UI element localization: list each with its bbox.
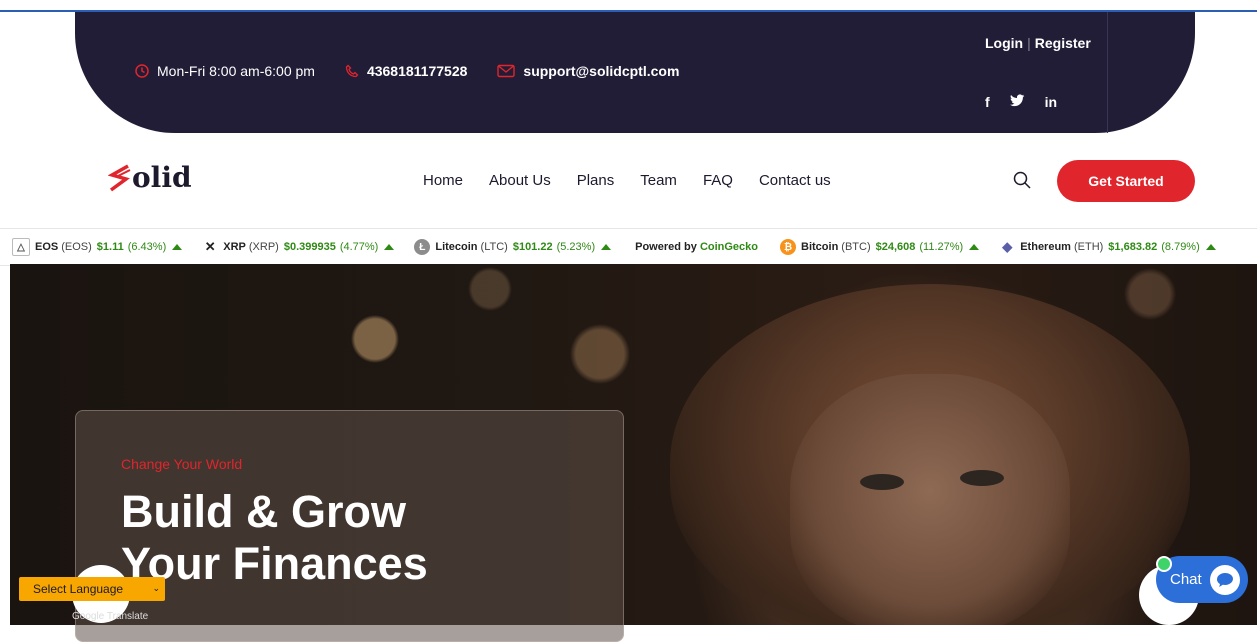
main-navbar: olid Home About Us Plans Team FAQ Contac… [0, 133, 1257, 228]
hours-item: Mon-Fri 8:00 am-6:00 pm [135, 63, 315, 79]
chevron-down-icon: ⌄ [152, 583, 160, 593]
ticker-name: Ethereum [1020, 241, 1071, 253]
linkedin-icon[interactable]: in [1045, 94, 1057, 110]
hero-title: Build & Grow Your Finances [121, 486, 428, 590]
topbar-divider [1107, 12, 1108, 133]
envelope-icon [497, 64, 516, 78]
phone-text: 4368181177528 [366, 63, 468, 79]
ticker-price: $24,608 [875, 241, 916, 253]
google-translate-credit: Google Translate [72, 611, 149, 622]
auth-links: Login | Register [985, 35, 1091, 51]
ticker-item[interactable]: ₿ Bitcoin (BTC) $24,608 (11.27%) [780, 239, 980, 255]
logo-s-mark-icon [108, 163, 131, 191]
powered-by-coingecko[interactable]: Powered by CoinGecko [635, 241, 758, 253]
ticker-price: $0.399935 [283, 241, 336, 253]
hero-photo-face [790, 374, 1070, 625]
ticker-price: $1.11 [96, 241, 124, 253]
ticker-change: (5.23%) [556, 241, 596, 253]
ticker-symbol: (ETH) [1073, 241, 1104, 253]
ticker-name: XRP [223, 241, 246, 253]
hours-text: Mon-Fri 8:00 am-6:00 pm [157, 63, 315, 79]
hero-title-line1: Build & Grow [121, 486, 406, 537]
facebook-icon[interactable]: f [985, 94, 990, 110]
nav-faq[interactable]: FAQ [703, 172, 733, 189]
online-status-dot [1156, 556, 1172, 572]
ticker-price: $101.22 [512, 241, 553, 253]
ticker-change: (8.79%) [1161, 241, 1200, 253]
nav-contact-us[interactable]: Contact us [759, 172, 831, 189]
clock-icon [135, 64, 149, 78]
chat-label: Chat [1170, 571, 1202, 588]
chat-bubble-icon [1210, 565, 1240, 595]
email-item[interactable]: support@solidcptl.com [497, 63, 679, 79]
ticker-item[interactable]: Ł Litecoin (LTC) $101.22 (5.23%) [414, 239, 612, 255]
ticker-symbol: (EOS) [61, 241, 92, 253]
ticker-name: Bitcoin [801, 241, 839, 253]
chat-widget-button[interactable]: Chat [1156, 556, 1248, 603]
ticker-change: (6.43%) [127, 241, 167, 253]
nav-team[interactable]: Team [640, 172, 677, 189]
ticker-price: $1,683.82 [1108, 241, 1158, 253]
ethereum-icon: ◆ [999, 239, 1016, 255]
eos-icon: △ [12, 238, 30, 256]
site-logo[interactable]: olid [108, 161, 192, 194]
ticker-name: Litecoin [435, 241, 478, 253]
main-menu: Home About Us Plans Team FAQ Contact us [423, 172, 857, 189]
register-link[interactable]: Register [1035, 35, 1091, 51]
litecoin-icon: Ł [414, 239, 431, 255]
bitcoin-icon: ₿ [780, 239, 797, 255]
ticker-item[interactable]: △ EOS (EOS) $1.11 (6.43%) [12, 238, 183, 256]
nav-plans[interactable]: Plans [577, 172, 615, 189]
ticker-item[interactable]: ◆ Ethereum (ETH) $1,683.82 (8.79%) [999, 239, 1216, 255]
phone-icon [345, 64, 359, 78]
ticker-symbol: (LTC) [480, 241, 508, 253]
powered-brand: CoinGecko [699, 241, 759, 253]
get-started-button[interactable]: Get Started [1057, 160, 1195, 202]
nav-home[interactable]: Home [423, 172, 463, 189]
search-icon[interactable] [1013, 171, 1031, 194]
ticker-name: EOS [35, 241, 59, 253]
hero-card: Change Your World Build & Grow Your Fina… [75, 410, 624, 642]
hero-photo-eye [860, 474, 904, 490]
nav-about-us[interactable]: About Us [489, 172, 551, 189]
ticker-item[interactable]: ✕ XRP (XRP) $0.399935 (4.77%) [202, 239, 395, 255]
logo-text: olid [132, 161, 192, 194]
language-select-label: Select Language [33, 582, 124, 596]
ticker-change: (11.27%) [919, 241, 964, 253]
twitter-icon[interactable] [1009, 94, 1025, 110]
powered-prefix: Powered by [635, 241, 697, 253]
ticker-change: (4.77%) [339, 241, 379, 253]
language-select[interactable]: Select Language ⌄ [19, 577, 165, 601]
up-arrow-icon [384, 244, 395, 250]
ticker-symbol: (XRP) [248, 241, 279, 253]
up-arrow-icon [601, 244, 612, 250]
login-link[interactable]: Login [985, 35, 1023, 51]
hero-eyebrow: Change Your World [121, 456, 243, 472]
phone-item[interactable]: 4368181177528 [345, 63, 467, 79]
top-info-bar: Mon-Fri 8:00 am-6:00 pm 4368181177528 su… [75, 12, 1195, 133]
up-arrow-icon [969, 244, 980, 250]
crypto-ticker: △ EOS (EOS) $1.11 (6.43%) ✕ XRP (XRP) $0… [0, 228, 1257, 266]
xrp-icon: ✕ [202, 239, 219, 255]
email-text: support@solidcptl.com [523, 63, 680, 79]
contact-info: Mon-Fri 8:00 am-6:00 pm 4368181177528 su… [135, 63, 709, 79]
auth-separator: | [1027, 35, 1031, 51]
hero-photo-eye [960, 470, 1004, 486]
ticker-symbol: (BTC) [841, 241, 871, 253]
up-arrow-icon [1205, 244, 1216, 250]
social-links: f in [985, 94, 1077, 110]
up-arrow-icon [172, 244, 183, 250]
hero-title-line2: Your Finances [121, 538, 428, 589]
